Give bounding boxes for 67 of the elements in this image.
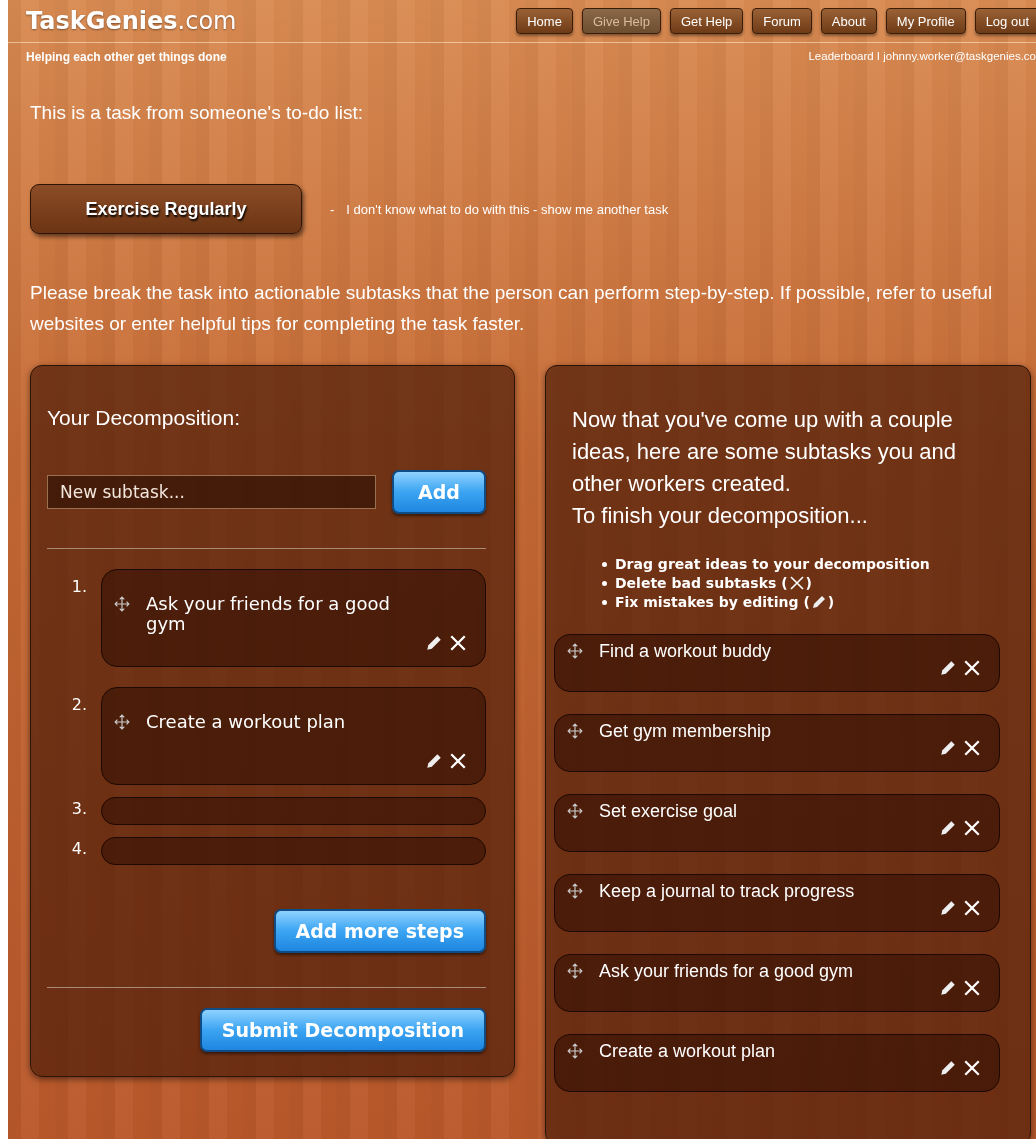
subtask-text: Find a workout buddy	[599, 641, 772, 661]
move-icon[interactable]	[114, 596, 130, 612]
bullet-icon	[602, 599, 607, 605]
suggestions-intro: Now that you've come up with a couple ideas, here are some subtasks you and other workers created.	[572, 406, 957, 498]
tagline: Helping each other get things done	[26, 50, 227, 64]
subtask-card[interactable]: Create a workout plan	[101, 687, 486, 785]
pencil-icon[interactable]	[939, 899, 957, 917]
subtask-text: Ask your friends for a good gym	[146, 594, 391, 634]
step-number: 4.	[70, 838, 87, 860]
subtask-text: Create a workout plan	[599, 1041, 776, 1061]
close-icon[interactable]	[963, 659, 981, 677]
tip-text: Fix mistakes by editing ( )	[615, 594, 835, 610]
intro-text: This is a task from someone's to-do list:	[29, 101, 365, 124]
move-icon[interactable]	[567, 723, 583, 739]
move-icon[interactable]	[114, 714, 130, 730]
close-icon[interactable]	[963, 739, 981, 757]
nav-tab[interactable]: Log out	[974, 8, 1036, 34]
pencil-icon[interactable]	[425, 752, 443, 770]
subtask-card[interactable]: Find a workout buddy	[554, 634, 1000, 692]
pencil-icon	[810, 594, 827, 610]
subtask-card[interactable]: Set exercise goal	[554, 794, 1000, 852]
bullet-icon	[602, 561, 607, 567]
close-icon[interactable]	[963, 1059, 981, 1077]
close-icon[interactable]	[449, 634, 467, 652]
subtask-text: Get gym membership	[599, 721, 772, 741]
instructions-text: Please break the task into actionable subtasks that the person can perform step-by-step. If possible, refer to useful websites or enter helpful tips for completing the task faster.	[29, 281, 994, 336]
step-number: 2.	[70, 694, 87, 716]
dash-text: -	[330, 201, 335, 217]
subtask-card[interactable]: Keep a journal to track progress	[554, 874, 1000, 932]
pencil-icon[interactable]	[425, 634, 443, 652]
close-icon[interactable]	[449, 752, 467, 770]
pencil-icon[interactable]	[939, 659, 957, 677]
subtask-card[interactable]: Ask your friends for a good gym	[554, 954, 1000, 1012]
suggestions-intro: To finish your decomposition...	[572, 502, 869, 530]
move-icon[interactable]	[567, 883, 583, 899]
subtask-text: Create a workout plan	[146, 712, 346, 732]
subtask-text: Set exercise goal	[599, 801, 738, 821]
subtask-text: Ask your friends for a good gym	[599, 961, 854, 981]
nav-tab[interactable]: Home	[516, 8, 573, 34]
subtask-card[interactable]: Get gym membership	[554, 714, 1000, 772]
move-icon[interactable]	[567, 643, 583, 659]
move-icon[interactable]	[567, 963, 583, 979]
nav-tab[interactable]: Forum	[752, 8, 812, 34]
close-icon	[788, 575, 805, 591]
subtask-text: Keep a journal to track progress	[599, 881, 855, 901]
pencil-icon[interactable]	[939, 739, 957, 757]
tip-text: Delete bad subtasks ( )	[615, 575, 812, 591]
pencil-icon[interactable]	[939, 1059, 957, 1077]
step-number: 1.	[70, 576, 87, 598]
nav-tab[interactable]: My Profile	[885, 8, 966, 34]
task-card: Exercise Regularly	[30, 184, 302, 234]
tip-text: Drag great ideas to your decomposition	[615, 556, 930, 572]
move-icon[interactable]	[567, 1043, 583, 1059]
move-icon[interactable]	[567, 803, 583, 819]
close-icon[interactable]	[963, 819, 981, 837]
step-number: 3.	[70, 798, 87, 820]
nav-tab[interactable]: About	[820, 8, 877, 34]
pencil-icon[interactable]	[939, 819, 957, 837]
close-icon[interactable]	[963, 899, 981, 917]
subtask-card[interactable]: Create a workout plan	[554, 1034, 1000, 1092]
pencil-icon[interactable]	[939, 979, 957, 997]
panel-title: Your Decomposition:	[47, 406, 241, 430]
new-subtask-field[interactable]: New subtask...	[47, 475, 376, 509]
subtask-card[interactable]: Ask your friends for a good gym	[101, 569, 486, 667]
bullet-icon	[602, 580, 607, 586]
nav-tab[interactable]: Get Help	[669, 8, 744, 34]
close-icon[interactable]	[963, 979, 981, 997]
